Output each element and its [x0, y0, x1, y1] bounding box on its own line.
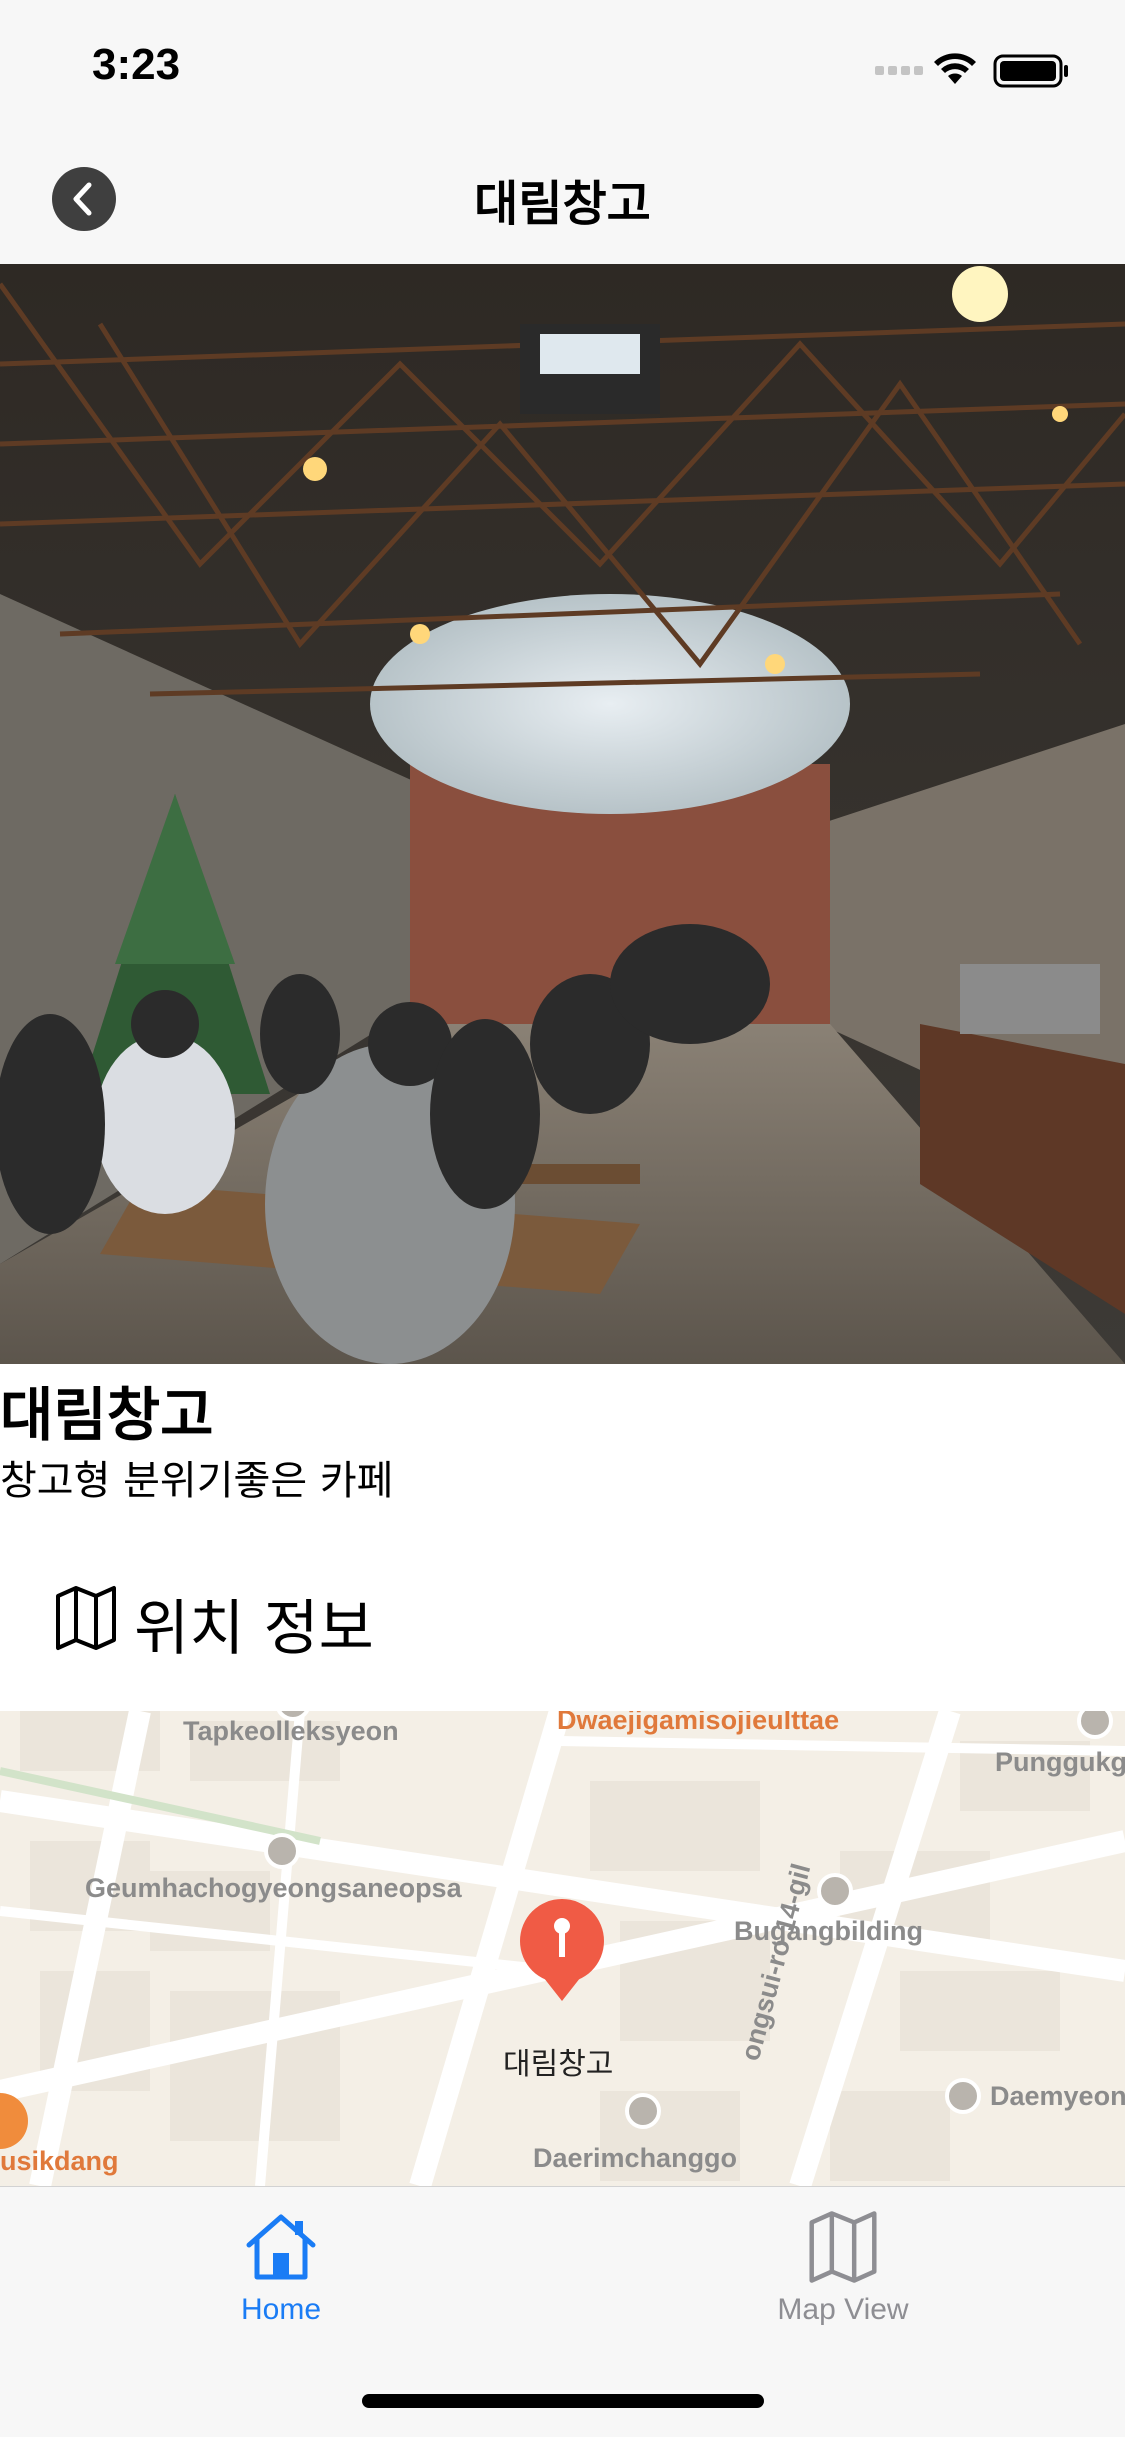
navigation-bar: 대림창고: [0, 132, 1125, 265]
signal-icon: [875, 66, 923, 75]
map-label: Dwaejigamisojieulttae: [557, 1711, 840, 1735]
map-icon: [56, 1586, 116, 1650]
map-icon: [809, 2211, 877, 2283]
tab-map-view[interactable]: Map View: [693, 2187, 993, 2357]
map-label: Bugangbilding: [734, 1916, 923, 1946]
map-pin-label: 대림창고: [503, 2047, 614, 2082]
place-description: 창고형 분위기좋은 카페: [0, 1458, 394, 1504]
status-time: 3:23: [92, 40, 181, 89]
location-pin-icon: [520, 1899, 604, 2001]
wifi-icon: [934, 53, 976, 84]
tab-label: Map View: [777, 2293, 909, 2326]
cafe-interior-image: [0, 264, 1125, 1364]
map-label: Punggukg: [995, 1747, 1125, 1777]
location-section-header: 위치 정보: [54, 1580, 654, 1664]
restaurant-icon: [0, 2093, 28, 2149]
map-label: Daemyeon: [990, 2081, 1125, 2111]
cafe-photo: [0, 264, 1125, 1364]
section-title: 위치 정보: [134, 1594, 374, 1664]
status-bar: 3:23: [0, 0, 1125, 132]
nav-title: 대림창고: [474, 176, 651, 232]
map-label: Daerimchanggo: [533, 2143, 738, 2173]
home-indicator[interactable]: [362, 2394, 764, 2408]
map-label: usikdang: [0, 2146, 119, 2176]
place-name: 대림창고: [0, 1381, 214, 1449]
map-label: Tapkeolleksyeon: [183, 1716, 399, 1746]
map-view[interactable]: Tapkeolleksyeon Dwaejigamisojieulttae Pu…: [0, 1711, 1125, 2186]
home-icon: [246, 2214, 316, 2280]
tab-home[interactable]: Home: [131, 2187, 431, 2357]
map-roads: [0, 1711, 1125, 2186]
map-label: Geumhachogyeongsaneopsa: [85, 1873, 462, 1903]
tab-label: Home: [240, 2293, 322, 2326]
battery-icon: [993, 54, 1068, 88]
status-icons: [875, 53, 1068, 88]
